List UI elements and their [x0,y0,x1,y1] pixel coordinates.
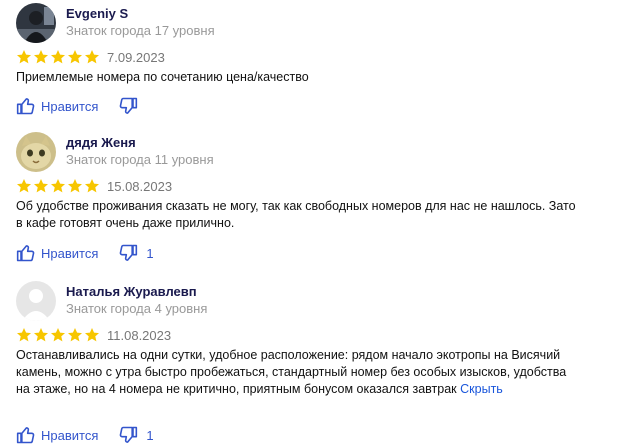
like-button[interactable]: Нравится [16,96,98,116]
review-actions: Нравится 1 [16,243,154,263]
avatar[interactable] [16,132,56,172]
dislike-count: 1 [146,245,154,261]
star-icon [34,328,48,342]
rating: 11.08.2023 [16,326,171,344]
review-actions: Нравится [16,96,146,116]
dislike-button[interactable]: 1 [118,425,154,445]
star-icon [17,179,31,193]
star-icon [51,179,65,193]
review-text: Об удобстве проживания сказать не могу, … [16,198,576,232]
rating-stars [16,327,100,343]
rating-stars [16,178,100,194]
star-icon [85,328,99,342]
rating-stars [16,49,100,65]
star-icon [68,328,82,342]
thumbs-down-icon [120,244,138,261]
author-name[interactable]: дядя Женя [66,135,136,150]
star-icon [85,50,99,64]
review-date: 15.08.2023 [107,178,173,194]
review-text: Приемлемые номера по сочетанию цена/каче… [16,69,576,86]
thumbs-down-icon [120,97,138,114]
star-icon [34,179,48,193]
avatar[interactable] [16,281,56,321]
author-level: Знаток города 4 уровня [66,301,208,316]
dislike-button[interactable]: 1 [118,243,154,263]
review-text: Останавливались на одни сутки, удобное р… [16,347,576,398]
author-name[interactable]: Наталья Журавлевп [66,284,197,299]
star-icon [68,179,82,193]
review-text-body: Об удобстве проживания сказать не могу, … [16,199,576,230]
like-button[interactable]: Нравится [16,425,98,445]
collapse-link[interactable]: Скрыть [460,382,503,396]
like-label: Нравится [41,245,99,261]
star-icon [85,179,99,193]
thumbs-down-icon [120,426,138,443]
star-icon [51,328,65,342]
thumbs-up-icon [16,245,35,262]
star-icon [17,328,31,342]
star-icon [68,50,82,64]
review-actions: Нравится 1 [16,425,154,445]
like-label: Нравится [41,98,99,114]
review-date: 11.08.2023 [107,327,172,343]
review-date: 7.09.2023 [107,49,165,65]
dislike-button[interactable] [118,96,146,116]
author-level: Знаток города 11 уровня [66,152,214,167]
author-name[interactable]: Evgeniy S [66,6,128,21]
star-icon [34,50,48,64]
author-level: Знаток города 17 уровня [66,23,215,38]
star-icon [51,50,65,64]
thumbs-up-icon [16,98,35,115]
rating: 7.09.2023 [16,48,165,66]
like-button[interactable]: Нравится [16,243,98,263]
thumbs-up-icon [16,427,35,444]
star-icon [17,50,31,64]
dislike-count: 1 [146,427,154,443]
review-text-body: Приемлемые номера по сочетанию цена/каче… [16,70,309,84]
avatar[interactable] [16,3,56,43]
like-label: Нравится [41,427,99,443]
rating: 15.08.2023 [16,177,172,195]
